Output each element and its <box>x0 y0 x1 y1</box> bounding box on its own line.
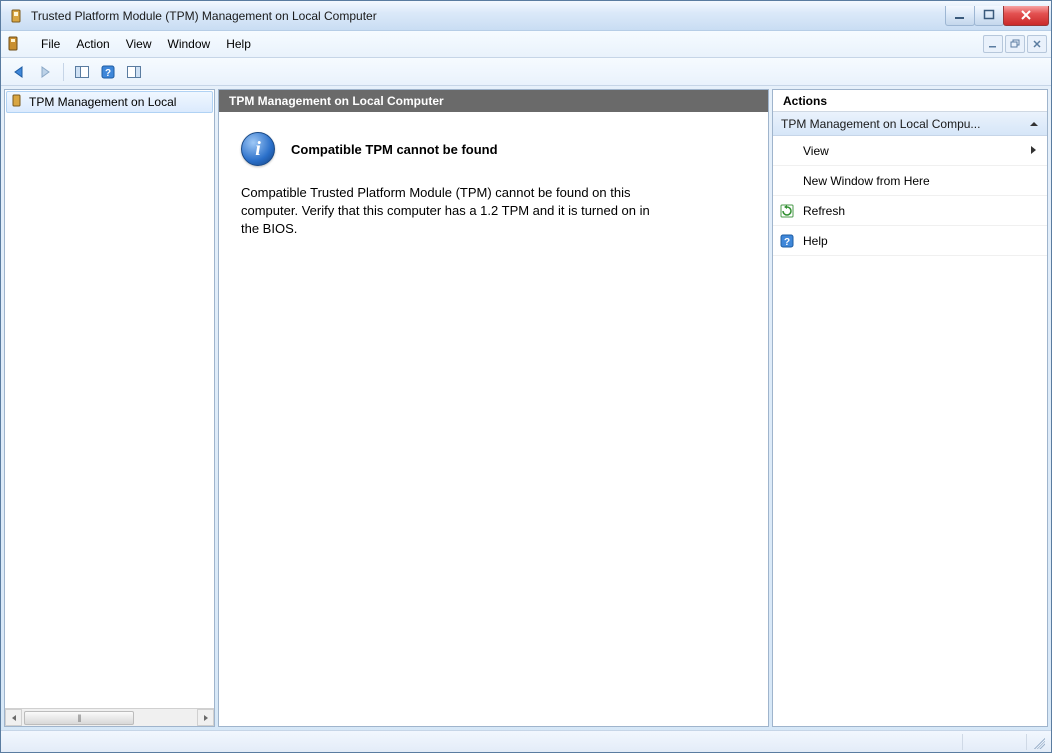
blank-icon <box>779 143 795 159</box>
panel-icon <box>74 64 90 80</box>
center-header: TPM Management on Local Computer <box>219 90 768 112</box>
status-title: Compatible TPM cannot be found <box>291 142 498 157</box>
action-help[interactable]: ? Help <box>773 226 1047 256</box>
mmc-icon <box>7 36 23 52</box>
action-label: Help <box>803 234 828 248</box>
toolbar-separator <box>63 63 64 81</box>
menu-file[interactable]: File <box>33 34 68 54</box>
show-hide-tree-button[interactable] <box>70 61 94 83</box>
statusbar-cell <box>7 734 963 750</box>
action-label: New Window from Here <box>803 174 930 188</box>
maximize-button[interactable] <box>974 6 1004 26</box>
info-icon: i <box>241 132 275 166</box>
minimize-icon <box>988 39 998 49</box>
center-body: i Compatible TPM cannot be found Compati… <box>219 112 768 726</box>
menu-window[interactable]: Window <box>160 34 219 54</box>
restore-icon <box>1010 39 1020 49</box>
actions-pane: Actions TPM Management on Local Compu...… <box>772 89 1048 727</box>
titlebar: Trusted Platform Module (TPM) Management… <box>1 1 1051 31</box>
scroll-thumb[interactable] <box>24 711 134 725</box>
toolbar: ? <box>1 58 1051 86</box>
mdi-minimize-button[interactable] <box>983 35 1003 53</box>
tree-root-item[interactable]: TPM Management on Local <box>6 91 213 113</box>
collapse-icon <box>1029 117 1039 131</box>
resize-grip-icon[interactable] <box>1031 735 1045 749</box>
statusbar-cell <box>967 734 1027 750</box>
tree-pane: TPM Management on Local <box>4 89 215 727</box>
minimize-icon <box>954 9 966 21</box>
nav-forward-button[interactable] <box>33 61 57 83</box>
nav-back-icon <box>11 64 27 80</box>
mdi-close-button[interactable] <box>1027 35 1047 53</box>
svg-text:?: ? <box>105 68 111 79</box>
menubar: File Action View Window Help <box>1 31 1051 58</box>
actions-group-header[interactable]: TPM Management on Local Compu... <box>773 112 1047 136</box>
scroll-left-icon[interactable] <box>5 709 22 726</box>
minimize-button[interactable] <box>945 6 975 26</box>
tree-root-label: TPM Management on Local <box>29 95 176 109</box>
nav-forward-icon <box>37 64 53 80</box>
app-window: Trusted Platform Module (TPM) Management… <box>0 0 1052 753</box>
window-controls <box>946 6 1049 26</box>
mdi-restore-button[interactable] <box>1005 35 1025 53</box>
menu-action[interactable]: Action <box>68 34 117 54</box>
menu-view[interactable]: View <box>118 34 160 54</box>
window-title: Trusted Platform Module (TPM) Management… <box>31 9 377 23</box>
action-refresh[interactable]: Refresh <box>773 196 1047 226</box>
tpm-node-icon <box>11 94 25 111</box>
help-icon: ? <box>100 64 116 80</box>
actions-group-label: TPM Management on Local Compu... <box>781 117 980 131</box>
panel2-icon <box>126 64 142 80</box>
tpm-app-icon <box>9 8 25 24</box>
status-row: i Compatible TPM cannot be found <box>241 132 746 166</box>
close-icon <box>1032 39 1042 49</box>
scroll-right-icon[interactable] <box>197 709 214 726</box>
maximize-icon <box>983 9 995 21</box>
close-icon <box>1019 9 1033 21</box>
tree-hscrollbar[interactable] <box>5 708 214 726</box>
center-pane: TPM Management on Local Computer i Compa… <box>218 89 769 727</box>
action-view[interactable]: View <box>773 136 1047 166</box>
action-label: Refresh <box>803 204 845 218</box>
submenu-arrow-icon <box>1029 144 1037 158</box>
content-area: TPM Management on Local TPM Management o… <box>1 86 1051 730</box>
show-hide-actions-button[interactable] <box>122 61 146 83</box>
action-label: View <box>803 144 829 158</box>
status-message: Compatible Trusted Platform Module (TPM)… <box>241 184 671 239</box>
menu-help[interactable]: Help <box>218 34 259 54</box>
help-button[interactable]: ? <box>96 61 120 83</box>
tree-body: TPM Management on Local <box>5 90 214 708</box>
close-button[interactable] <box>1003 6 1049 26</box>
statusbar <box>1 730 1051 752</box>
actions-header: Actions <box>773 90 1047 112</box>
mdi-controls <box>981 35 1047 53</box>
svg-text:?: ? <box>784 237 790 248</box>
action-new-window[interactable]: New Window from Here <box>773 166 1047 196</box>
nav-back-button[interactable] <box>7 61 31 83</box>
blank-icon <box>779 173 795 189</box>
help-icon: ? <box>779 233 795 249</box>
refresh-icon <box>779 203 795 219</box>
